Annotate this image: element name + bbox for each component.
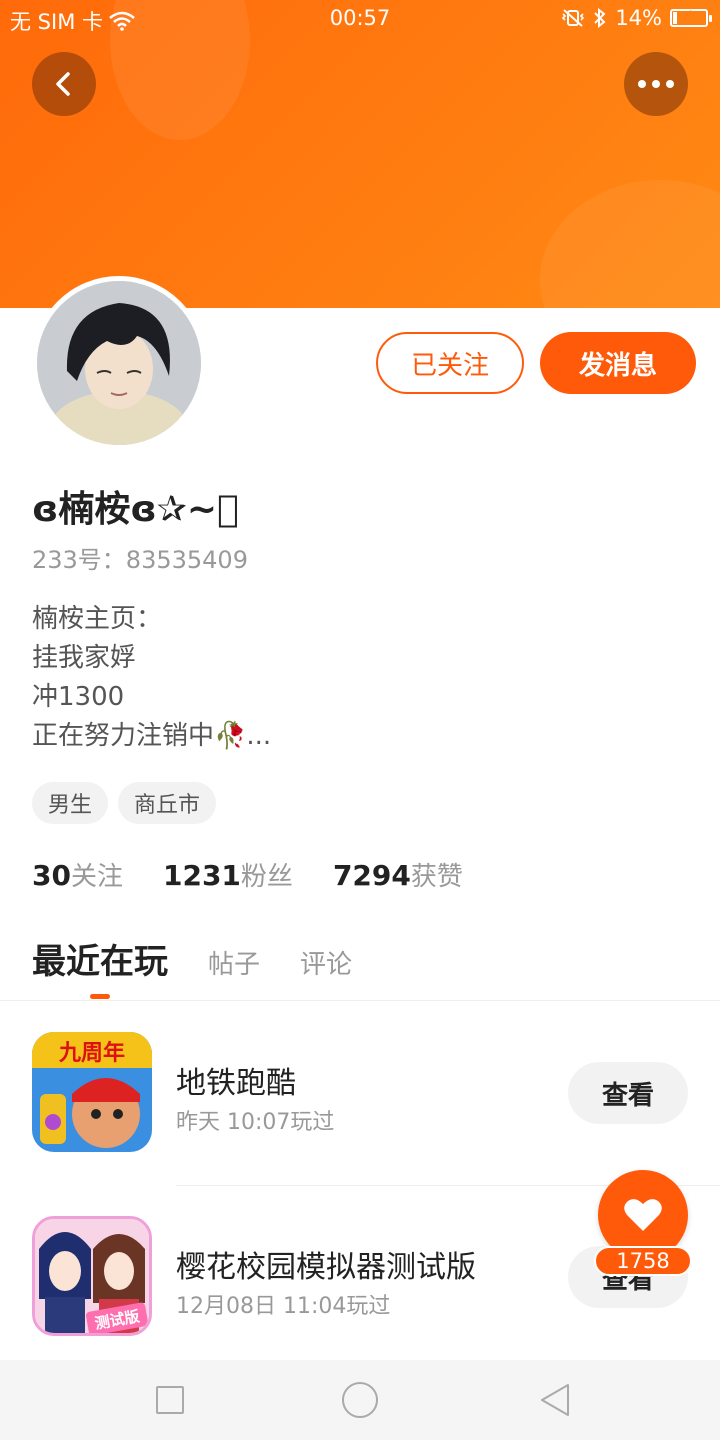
more-button[interactable] — [624, 52, 688, 116]
game-icon-text: 九周年 — [58, 1040, 125, 1066]
battery-percent: 14% — [615, 6, 662, 30]
profile-banner — [0, 0, 720, 308]
game-icon-sakura-school: 测试版 — [32, 1216, 152, 1336]
stat-count: 7294 — [332, 859, 411, 892]
stat-following[interactable]: 30关注 — [32, 856, 123, 893]
tag-gender: 男生 — [32, 782, 109, 824]
profile-page: 无 SIM 卡 00:57 14% ⚡ 已关注 发消息 ɞ楠桉ɞ✰~⃝ 233号… — [0, 0, 720, 1440]
game-played-time: 12月08日 11:04玩过 — [176, 1294, 391, 1319]
stat-followers[interactable]: 1231粉丝 — [163, 856, 293, 893]
user-id: 233号：83535409 — [32, 546, 248, 574]
tab-indicator — [90, 994, 110, 999]
tab-comments[interactable]: 评论 — [300, 944, 352, 981]
recent-apps-icon[interactable] — [156, 1386, 184, 1414]
stat-label: 关注 — [70, 862, 123, 892]
avatar-image — [37, 281, 201, 445]
status-bar: 无 SIM 卡 00:57 14% ⚡ — [0, 0, 720, 38]
game-played-time: 昨天 10:07玩过 — [176, 1110, 335, 1135]
tag-city: 商丘市 — [118, 782, 217, 824]
divider — [0, 1000, 720, 1001]
home-icon[interactable] — [342, 1382, 378, 1418]
game-icon-subway-surfers: 九周年 — [32, 1032, 152, 1152]
stat-likes: 7294获赞 — [333, 856, 463, 893]
bio: 楠桉主页： 挂我家娐 冲1300 正在努力注销中🥀... — [32, 600, 271, 756]
tab-recent-play[interactable]: 最近在玩 — [32, 934, 168, 983]
bio-line: 楠桉主页： — [32, 604, 163, 634]
vibrate-off-icon — [562, 9, 585, 27]
battery-icon: ⚡ — [670, 8, 712, 27]
list-item[interactable]: 九周年 地铁跑酷 昨天 10:07玩过 查看 — [0, 1020, 720, 1170]
bluetooth-icon — [594, 8, 606, 28]
heart-icon — [624, 1199, 662, 1231]
stat-label: 获赞 — [410, 862, 463, 892]
username: ɞ楠桉ɞ✰~⃝ — [32, 489, 239, 530]
bio-line: 冲1300 — [32, 682, 125, 712]
chevron-left-icon — [56, 72, 70, 96]
stat-count: 1231 — [162, 859, 241, 892]
system-nav-bar — [0, 1360, 720, 1440]
tab-posts[interactable]: 帖子 — [208, 944, 260, 981]
view-game-button[interactable]: 查看 — [568, 1062, 688, 1124]
avatar[interactable] — [32, 276, 206, 450]
game-name: 樱花校园模拟器测试版 — [176, 1250, 476, 1285]
banner-decoration — [540, 180, 720, 308]
send-message-button[interactable]: 发消息 — [540, 332, 696, 394]
profile-tags: 男生 商丘市 — [32, 782, 217, 824]
profile-tabs: 最近在玩 帖子 评论 — [32, 934, 352, 983]
stat-label: 粉丝 — [240, 862, 293, 892]
back-button[interactable] — [32, 52, 96, 116]
bio-line: 挂我家娐 — [32, 643, 137, 673]
followed-button[interactable]: 已关注 — [376, 332, 524, 394]
more-dots-icon — [638, 80, 674, 88]
like-count: 1758 — [594, 1246, 692, 1276]
stat-count: 30 — [32, 859, 71, 892]
profile-stats: 30关注 1231粉丝 7294获赞 — [32, 856, 463, 893]
nav-back-icon[interactable] — [538, 1382, 572, 1418]
bio-line: 正在努力注销中🥀... — [32, 721, 272, 751]
game-name: 地铁跑酷 — [176, 1066, 296, 1101]
